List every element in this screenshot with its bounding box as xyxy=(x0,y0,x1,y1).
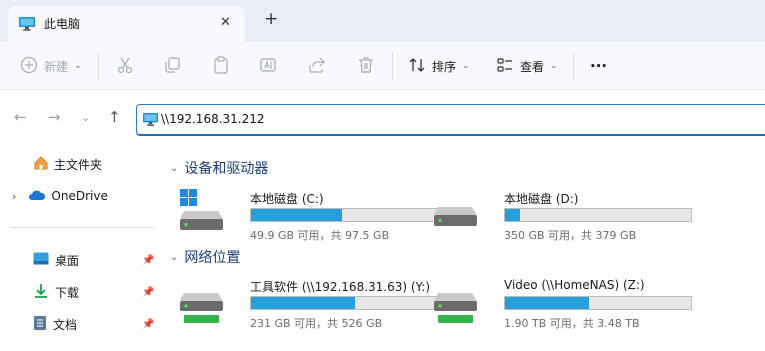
drive-name: 工具软件 (\\192.168.31.63) (Y:) xyxy=(250,280,431,294)
drive-usage-bar xyxy=(504,296,692,310)
back-arrow-icon[interactable]: ← xyxy=(14,108,27,126)
section-title: 网络位置 xyxy=(184,250,241,266)
cut-button[interactable] xyxy=(116,54,134,78)
new-tab-button[interactable]: + xyxy=(264,9,278,29)
download-icon xyxy=(33,283,49,302)
drive-usage-bar xyxy=(250,208,438,222)
home-icon xyxy=(33,155,49,174)
chevron-right-icon[interactable]: › xyxy=(12,190,16,203)
drive-usage-fill xyxy=(505,209,520,221)
sidebar-item-label: OneDrive xyxy=(51,189,108,203)
recent-locations-chevron-icon[interactable]: ⌄ xyxy=(81,111,90,124)
scissors-icon xyxy=(116,56,134,77)
sidebar-item-home[interactable]: 主文件夹 xyxy=(33,152,102,176)
drive-usage-fill xyxy=(505,297,589,309)
toolbar-divider xyxy=(98,52,99,80)
tab-bar: 此电脑 ✕ + xyxy=(0,0,765,42)
more-options-button[interactable]: ··· xyxy=(590,54,607,78)
drive-item-y[interactable]: 工具软件 (\\192.168.31.63) (Y:) 231 GB 可用，共 … xyxy=(180,271,438,351)
chevron-down-icon: ⌄ xyxy=(462,61,470,71)
section-title: 设备和驱动器 xyxy=(184,161,269,177)
computer-icon xyxy=(142,112,159,130)
chevron-down-icon: ⌄ xyxy=(74,61,82,71)
network-drive-icon xyxy=(180,277,226,330)
trash-icon xyxy=(357,56,375,77)
drive-name: Video (\\HomeNAS) (Z:) xyxy=(504,278,645,292)
share-button[interactable] xyxy=(308,54,326,78)
drive-usage-fill xyxy=(251,209,343,221)
close-icon[interactable]: ✕ xyxy=(220,15,231,30)
sidebar-item-desktop[interactable]: 桌面 xyxy=(33,248,79,272)
local-drive-icon xyxy=(434,189,480,236)
sidebar-item-documents[interactable]: 文档 xyxy=(33,312,77,336)
sidebar-item-downloads[interactable]: 下载 xyxy=(33,280,79,304)
view-button-label: 查看 xyxy=(520,59,545,74)
section-header-devices[interactable]: ⌄ 设备和驱动器 xyxy=(170,158,268,178)
rename-icon xyxy=(259,56,277,77)
new-button-label: 新建 xyxy=(44,59,69,74)
desktop-icon xyxy=(33,252,49,268)
drive-usage-bar xyxy=(504,208,692,222)
pin-icon: 📌 xyxy=(142,287,155,298)
drive-name: 本地磁盘 (C:) xyxy=(250,192,324,206)
content-area: ⌄ 设备和驱动器 本地磁盘 (C:) 49.9 GB 可用，共 97.5 GB … xyxy=(160,148,765,330)
network-drive-icon xyxy=(434,277,480,330)
sidebar-item-label: 下载 xyxy=(55,285,80,300)
sort-button[interactable]: 排序 ⌄ xyxy=(408,54,470,78)
drive-free-space: 49.9 GB 可用，共 97.5 GB xyxy=(250,229,390,242)
address-bar[interactable]: \\192.168.31.212 xyxy=(136,104,765,136)
pin-icon: 📌 xyxy=(142,319,155,330)
sidebar-item-label: 文档 xyxy=(53,317,78,332)
drive-usage-bar xyxy=(250,296,438,310)
plus-circle-icon xyxy=(20,56,38,77)
copy-icon xyxy=(163,56,181,77)
sort-button-label: 排序 xyxy=(432,59,457,74)
view-button[interactable]: 查看 ⌄ xyxy=(496,54,558,78)
up-arrow-icon[interactable]: ↑ xyxy=(108,108,121,126)
tab-this-pc[interactable]: 此电脑 ✕ xyxy=(8,6,245,42)
rename-button[interactable] xyxy=(259,54,277,78)
drive-name: 本地磁盘 (D:) xyxy=(504,192,579,206)
sidebar-divider xyxy=(10,227,155,228)
cloud-icon xyxy=(28,189,46,204)
sidebar-item-label: 桌面 xyxy=(55,253,80,268)
share-icon xyxy=(308,56,326,77)
computer-icon xyxy=(18,16,36,35)
view-list-icon xyxy=(496,56,514,77)
navigation-row: ← → ⌄ ↑ \\192.168.31.212 xyxy=(0,90,765,148)
chevron-down-icon: ⌄ xyxy=(550,61,558,71)
drive-usage-fill xyxy=(251,297,356,309)
toolbar-divider xyxy=(392,52,393,80)
copy-button[interactable] xyxy=(163,54,181,78)
tab-title: 此电脑 xyxy=(44,17,81,31)
drive-free-space: 350 GB 可用，共 379 GB xyxy=(504,229,637,242)
system-drive-icon xyxy=(180,189,226,236)
drive-item-d[interactable]: 本地磁盘 (D:) 350 GB 可用，共 379 GB xyxy=(434,183,692,263)
delete-button[interactable] xyxy=(357,54,375,78)
clipboard-icon xyxy=(212,55,230,77)
chevron-down-icon: ⌄ xyxy=(170,251,179,263)
forward-arrow-icon[interactable]: → xyxy=(48,108,61,126)
drive-item-z[interactable]: Video (\\HomeNAS) (Z:) 1.90 TB 可用，共 3.48… xyxy=(434,271,692,351)
section-header-network[interactable]: ⌄ 网络位置 xyxy=(170,247,240,267)
new-button[interactable]: 新建 ⌄ xyxy=(20,54,82,78)
pin-icon: 📌 xyxy=(142,255,155,266)
toolbar-divider xyxy=(573,52,574,80)
sidebar-item-label: 主文件夹 xyxy=(54,157,103,172)
paste-button[interactable] xyxy=(212,54,230,78)
command-bar: 新建 ⌄ 排序 ⌄ 查看 ⌄ ··· xyxy=(0,42,765,90)
chevron-down-icon: ⌄ xyxy=(170,162,179,174)
sort-icon xyxy=(408,56,426,77)
sidebar-item-onedrive[interactable]: › OneDrive xyxy=(12,184,108,208)
navigation-pane: 主文件夹 › OneDrive 桌面 📌 下载 📌 文档 📌 xyxy=(0,148,160,332)
document-icon xyxy=(33,315,47,334)
address-value[interactable]: \\192.168.31.212 xyxy=(161,112,265,126)
